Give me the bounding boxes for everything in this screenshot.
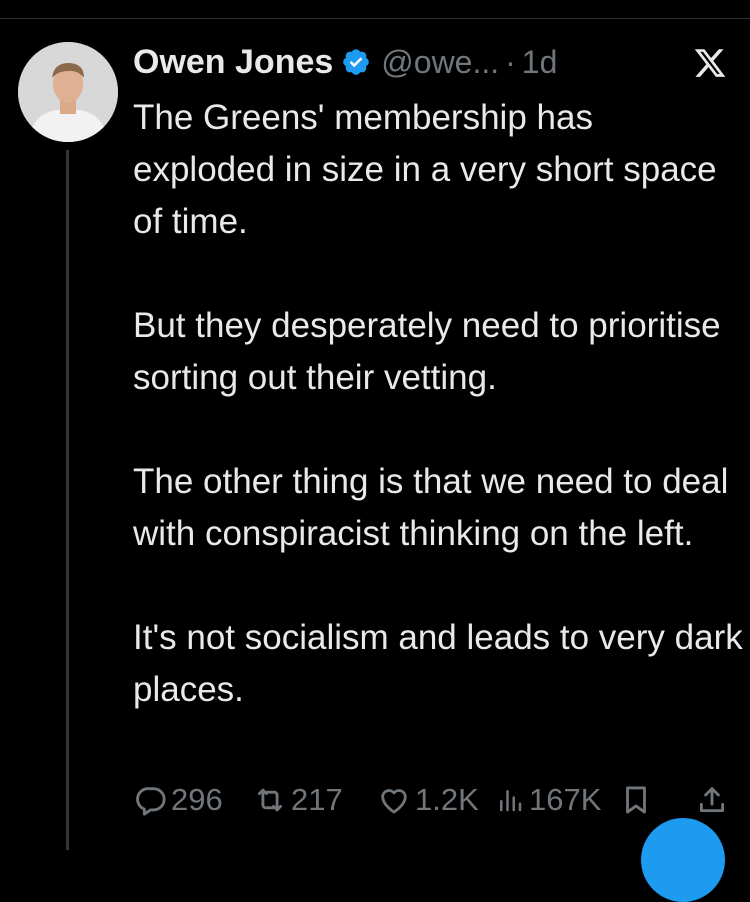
views-count: 167K [529, 782, 602, 817]
bookmark-button[interactable] [619, 778, 653, 822]
author-handle[interactable]: @owe... [381, 44, 499, 81]
bookmark-icon [626, 786, 646, 814]
share-icon [699, 787, 725, 813]
repost-icon [257, 788, 283, 812]
tweet-text: The Greens' membership has exploded in s… [133, 92, 743, 716]
compose-button[interactable] [641, 818, 725, 902]
share-button[interactable] [695, 778, 729, 822]
action-bar: 296 217 1.2K 167K [133, 778, 733, 822]
like-button[interactable]: 1.2K [377, 778, 479, 822]
repost-button[interactable]: 217 [253, 778, 343, 822]
top-divider [0, 18, 750, 19]
author-name[interactable]: Owen Jones [133, 43, 333, 82]
heart-icon [381, 789, 407, 814]
tweet-paragraph: The Greens' membership has exploded in s… [133, 98, 717, 241]
x-logo-icon [694, 49, 726, 77]
repost-count: 217 [291, 782, 343, 817]
tweet-paragraph: It's not socialism and leads to very dar… [133, 618, 743, 709]
views-button[interactable]: 167K [495, 778, 601, 822]
tweet-paragraph: But they desperately need to prioritise … [133, 306, 721, 397]
avatar[interactable] [18, 42, 118, 142]
verified-badge-icon [343, 49, 370, 75]
like-count: 1.2K [415, 782, 479, 817]
reply-count: 296 [171, 782, 223, 817]
tweet-paragraph: The other thing is that we need to deal … [133, 462, 729, 553]
tweet-header: Owen Jones @owe... · 1d [133, 40, 557, 84]
reply-icon [136, 787, 166, 816]
timestamp[interactable]: 1d [522, 44, 558, 81]
thread-line [66, 150, 69, 850]
reply-button[interactable]: 296 [133, 778, 223, 822]
separator: · [505, 43, 516, 80]
views-icon [500, 790, 522, 812]
